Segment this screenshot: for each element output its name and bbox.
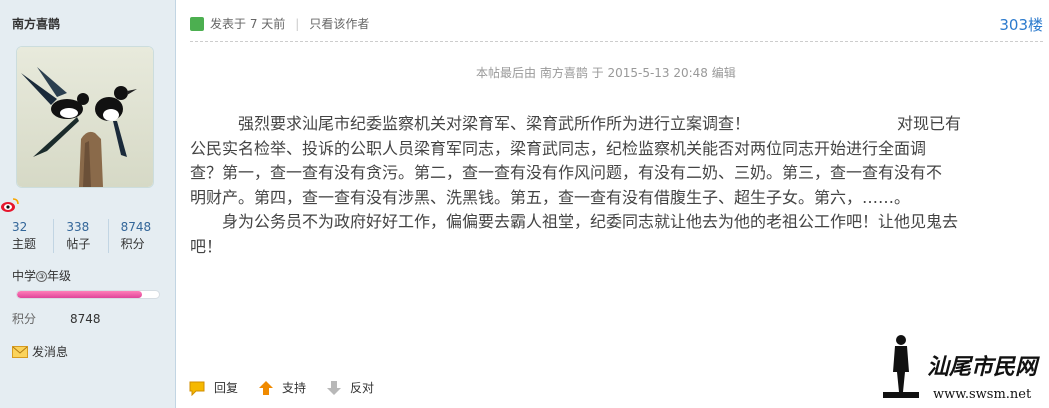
reply-label: 回复 bbox=[214, 381, 239, 395]
watermark-url: www.swsm.net bbox=[933, 387, 1032, 402]
user-level[interactable]: 中学 ③ 年级 bbox=[12, 267, 71, 284]
post-line: 公民实名检举、投诉的公职人员梁育军同志，梁育武同志，纪检监察机关能否对两位同志开… bbox=[190, 138, 927, 158]
score-row: 积分 8748 bbox=[12, 310, 101, 327]
online-status-icon bbox=[190, 16, 204, 31]
author-sidebar: 南方喜鹊 32 主题 338 帖子 8748 积分 中学 ③ 年级 积分 874… bbox=[0, 0, 176, 408]
author-only-link[interactable]: 只看该作者 bbox=[309, 15, 369, 32]
send-message-link[interactable]: 发消息 bbox=[12, 343, 68, 360]
post-content: 强烈要求汕尾市纪委监察机关对梁育军、梁育武所作所为进行立案调查！ 对现已有 公民实… bbox=[190, 112, 1047, 259]
post-line: 吧！ bbox=[190, 236, 223, 256]
reply-button[interactable]: 回复 bbox=[188, 379, 238, 396]
arrow-down-icon bbox=[327, 380, 342, 395]
post-line: 身为公务员不为政府好好工作，偏偏要去霸人祖堂，纪委同志就让他去为他的老祖公工作吧… bbox=[222, 212, 959, 231]
oppose-label: 反对 bbox=[350, 381, 375, 395]
oppose-button[interactable]: 反对 bbox=[326, 379, 374, 396]
level-suffix: 年级 bbox=[47, 269, 72, 283]
avatar[interactable] bbox=[16, 46, 154, 188]
stat-value: 338 bbox=[66, 220, 90, 234]
edit-note: 本帖最后由 南方喜鹊 于 2015-5-13 20:48 编辑 bbox=[476, 66, 736, 80]
stat-topics[interactable]: 32 主题 bbox=[12, 219, 55, 253]
post-actions: 回复 支持 反对 bbox=[188, 379, 394, 396]
stat-posts[interactable]: 338 帖子 bbox=[54, 219, 109, 253]
site-watermark-logo: 汕尾市民网 www.swsm.net bbox=[873, 334, 1043, 404]
author-stats: 32 主题 338 帖子 8748 积分 bbox=[12, 219, 162, 253]
level-progress-bar bbox=[16, 290, 160, 299]
posted-time: 7 天前 bbox=[249, 17, 286, 31]
post-line: 查？第一，查一查有没有贪污。第二，查一查有没有作风问题，有没有二奶、三奶。第三，… bbox=[190, 163, 943, 182]
posted-label: 发表于 bbox=[210, 17, 247, 31]
stat-value: 8748 bbox=[120, 220, 152, 234]
stat-label: 积分 bbox=[120, 237, 145, 251]
support-label: 支持 bbox=[282, 381, 307, 395]
stat-score[interactable]: 8748 积分 bbox=[109, 219, 162, 253]
reply-icon bbox=[189, 381, 205, 396]
separator: | bbox=[295, 16, 300, 31]
post-line: 明财产。第四，查一查有没有涉黑、洗黑钱。第五，查一查有没有借腹生子、超生子女。第… bbox=[190, 187, 911, 207]
arrow-up-icon bbox=[259, 380, 274, 395]
score-value: 8748 bbox=[70, 312, 101, 326]
divider bbox=[190, 41, 1043, 42]
level-prefix: 中学 bbox=[12, 269, 37, 283]
author-name[interactable]: 南方喜鹊 bbox=[12, 15, 60, 32]
support-button[interactable]: 支持 bbox=[258, 379, 306, 396]
stat-label: 帖子 bbox=[66, 237, 91, 251]
floor-number[interactable]: 303楼 bbox=[999, 14, 1043, 35]
post-main: 发表于 7 天前 | 只看该作者 303楼 本帖最后由 南方喜鹊 于 2015-… bbox=[176, 0, 1049, 408]
envelope-icon bbox=[12, 345, 28, 358]
stat-value: 32 bbox=[12, 220, 28, 234]
weibo-icon[interactable] bbox=[0, 196, 20, 214]
post-meta: 发表于 7 天前 | 只看该作者 bbox=[190, 15, 369, 32]
post-text: 强烈要求汕尾市纪委监察机关对梁育军、梁育武所作所为进行立案调查！ bbox=[238, 114, 751, 133]
send-message-label: 发消息 bbox=[32, 345, 69, 359]
watermark-text: 汕尾市民网 bbox=[927, 354, 1040, 380]
level-number: ③ bbox=[36, 271, 48, 282]
score-label: 积分 bbox=[12, 312, 37, 326]
level-progress-fill bbox=[17, 291, 142, 298]
stat-label: 主题 bbox=[12, 237, 37, 251]
post-text: 对现已有 bbox=[897, 114, 962, 133]
post-line: 强烈要求汕尾市纪委监察机关对梁育军、梁育武所作所为进行立案调查！ 对现已有 bbox=[190, 112, 1047, 137]
